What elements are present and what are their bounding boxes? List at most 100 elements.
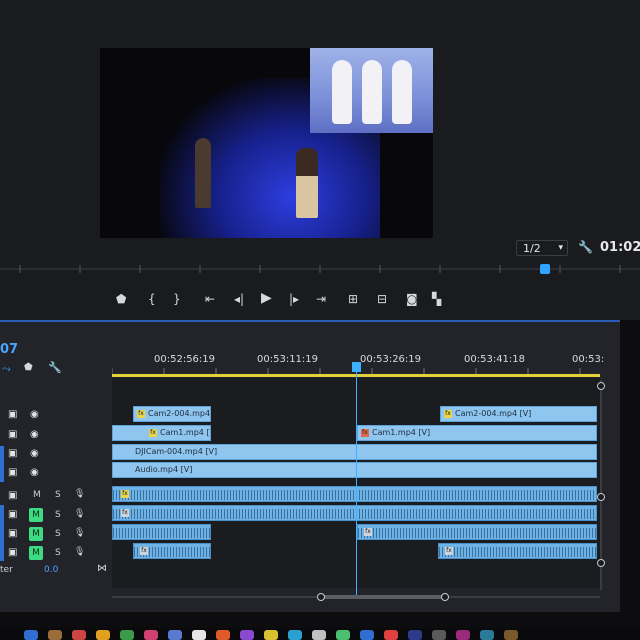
mute-button[interactable]: M bbox=[29, 527, 43, 541]
dancer-figure bbox=[332, 60, 352, 124]
fx-badge-icon: fx bbox=[364, 528, 372, 536]
app-icon[interactable] bbox=[240, 630, 254, 640]
clip-label: Cam2-004.mp4 [V] bbox=[148, 409, 211, 418]
zoom-level-value: 1/2 bbox=[523, 241, 541, 255]
ruler-timecode: 00:52:56:19 bbox=[154, 354, 216, 365]
app-icon[interactable] bbox=[336, 630, 350, 640]
camera-icon[interactable]: ◙ bbox=[406, 292, 418, 306]
wrench-icon[interactable]: 🔧 bbox=[578, 240, 593, 254]
track-output-icon[interactable]: ▣ bbox=[8, 409, 17, 420]
eye-icon[interactable]: ◉ bbox=[30, 467, 39, 478]
clip-label: Cam1.mp4 [V] bbox=[372, 428, 431, 437]
app-icon[interactable] bbox=[48, 630, 62, 640]
mute-button[interactable]: M bbox=[29, 546, 43, 560]
audio-clip[interactable]: fx bbox=[357, 524, 597, 540]
app-icon[interactable] bbox=[456, 630, 470, 640]
fx-badge-icon: fx bbox=[121, 509, 129, 517]
fx-badge-icon: fx bbox=[137, 409, 145, 418]
playhead-line[interactable] bbox=[356, 366, 357, 598]
timeline-scrollbar[interactable] bbox=[112, 592, 600, 602]
app-icon[interactable] bbox=[480, 630, 494, 640]
mark-in-icon[interactable]: { bbox=[148, 292, 156, 306]
audio-clip[interactable]: fx bbox=[112, 486, 597, 502]
microphone-icon[interactable]: 🎙 bbox=[74, 489, 85, 499]
app-icon[interactable] bbox=[168, 630, 182, 640]
app-icon[interactable] bbox=[24, 630, 38, 640]
add-marker-icon[interactable]: ⬟ bbox=[24, 362, 33, 373]
audio-waveform bbox=[113, 490, 596, 500]
current-timecode: 01:02: bbox=[600, 240, 640, 255]
video-clip[interactable]: fxCam1.mp4 [V] bbox=[357, 425, 597, 441]
solo-button[interactable]: S bbox=[55, 510, 61, 520]
snap-icon[interactable]: ⤳ bbox=[2, 362, 11, 376]
track-output-icon[interactable]: ▣ bbox=[8, 448, 17, 459]
audio-clip[interactable]: fx bbox=[438, 543, 597, 559]
master-volume-value[interactable]: 0.0 bbox=[44, 565, 58, 575]
program-video-frame[interactable] bbox=[100, 48, 433, 238]
app-icon[interactable] bbox=[120, 630, 134, 640]
ruler-timecode: 00:53: bbox=[572, 354, 605, 365]
audio-waveform bbox=[113, 528, 210, 538]
video-clip[interactable]: Audio.mp4 [V] bbox=[112, 462, 597, 478]
app-icon[interactable] bbox=[504, 630, 518, 640]
singer-figure bbox=[296, 148, 318, 218]
app-icon[interactable] bbox=[384, 630, 398, 640]
eye-icon[interactable]: ◉ bbox=[30, 448, 39, 459]
bowtie-icon[interactable]: ⋈ bbox=[97, 563, 107, 574]
app-icon[interactable] bbox=[360, 630, 374, 640]
track-output-icon[interactable]: ▣ bbox=[8, 547, 17, 558]
app-icon[interactable] bbox=[288, 630, 302, 640]
wrench-icon[interactable]: 🔧 bbox=[48, 361, 62, 374]
video-clip[interactable]: fxCam1.mp4 [V] bbox=[112, 425, 211, 441]
app-icon[interactable] bbox=[264, 630, 278, 640]
track-output-icon[interactable]: ▣ bbox=[8, 509, 17, 520]
track-output-icon[interactable]: ▣ bbox=[8, 528, 17, 539]
app-icon[interactable] bbox=[72, 630, 86, 640]
add-marker-icon[interactable]: ⬟ bbox=[116, 292, 126, 306]
track-output-icon[interactable]: ▣ bbox=[8, 467, 17, 478]
monitor-playhead[interactable] bbox=[540, 264, 550, 274]
app-icon[interactable] bbox=[216, 630, 230, 640]
eye-icon[interactable]: ◉ bbox=[30, 409, 39, 420]
mute-button[interactable]: M bbox=[29, 508, 43, 522]
app-icon[interactable] bbox=[96, 630, 110, 640]
solo-button[interactable]: S bbox=[55, 490, 61, 500]
microphone-icon[interactable]: 🎙 bbox=[74, 509, 85, 519]
audio-waveform bbox=[358, 528, 596, 538]
step-forward-icon[interactable]: |▸ bbox=[289, 292, 299, 306]
step-back-icon[interactable]: ◂| bbox=[234, 292, 244, 306]
audio-clip[interactable] bbox=[112, 524, 211, 540]
clip-label: Cam1.mp4 [V] bbox=[160, 428, 210, 437]
zoom-level-dropdown[interactable]: 1/2 ▾ bbox=[516, 240, 568, 256]
track-output-icon[interactable]: ▣ bbox=[8, 429, 17, 440]
clip-label: DJICam-004.mp4 [V] bbox=[135, 447, 218, 456]
audio-clip[interactable]: fx bbox=[133, 543, 211, 559]
playhead-handle[interactable] bbox=[352, 362, 361, 372]
video-clip[interactable]: fxCam2-004.mp4 [V] bbox=[133, 406, 211, 422]
play-icon[interactable]: ▶ bbox=[261, 290, 272, 306]
track-output-icon[interactable]: ▣ bbox=[8, 490, 17, 501]
audio-clip[interactable]: fx bbox=[112, 505, 597, 521]
extract-icon[interactable]: ⊟ bbox=[377, 292, 387, 306]
sequence-timecode: 07 bbox=[0, 342, 19, 357]
audio-waveform bbox=[113, 509, 596, 519]
lift-icon[interactable]: ⊞ bbox=[348, 292, 358, 306]
solo-button[interactable]: S bbox=[55, 529, 61, 539]
microphone-icon[interactable]: 🎙 bbox=[74, 547, 85, 557]
compare-view-icon[interactable]: ▚ bbox=[432, 292, 441, 306]
solo-button[interactable]: S bbox=[55, 548, 61, 558]
video-clip[interactable]: fxCam2-004.mp4 [V] bbox=[440, 406, 597, 422]
go-to-out-icon[interactable]: ⇥ bbox=[316, 292, 326, 306]
app-icon[interactable] bbox=[312, 630, 326, 640]
go-to-in-icon[interactable]: ⇤ bbox=[205, 292, 215, 306]
app-icon[interactable] bbox=[144, 630, 158, 640]
eye-icon[interactable]: ◉ bbox=[30, 429, 39, 440]
vertical-scrollbar[interactable] bbox=[596, 380, 606, 590]
mark-out-icon[interactable]: } bbox=[173, 292, 181, 306]
app-icon[interactable] bbox=[408, 630, 422, 640]
app-icon[interactable] bbox=[432, 630, 446, 640]
microphone-icon[interactable]: 🎙 bbox=[74, 528, 85, 538]
app-icon[interactable] bbox=[192, 630, 206, 640]
mute-button[interactable]: M bbox=[33, 490, 41, 500]
video-clip[interactable]: DJICam-004.mp4 [V] bbox=[112, 444, 597, 460]
